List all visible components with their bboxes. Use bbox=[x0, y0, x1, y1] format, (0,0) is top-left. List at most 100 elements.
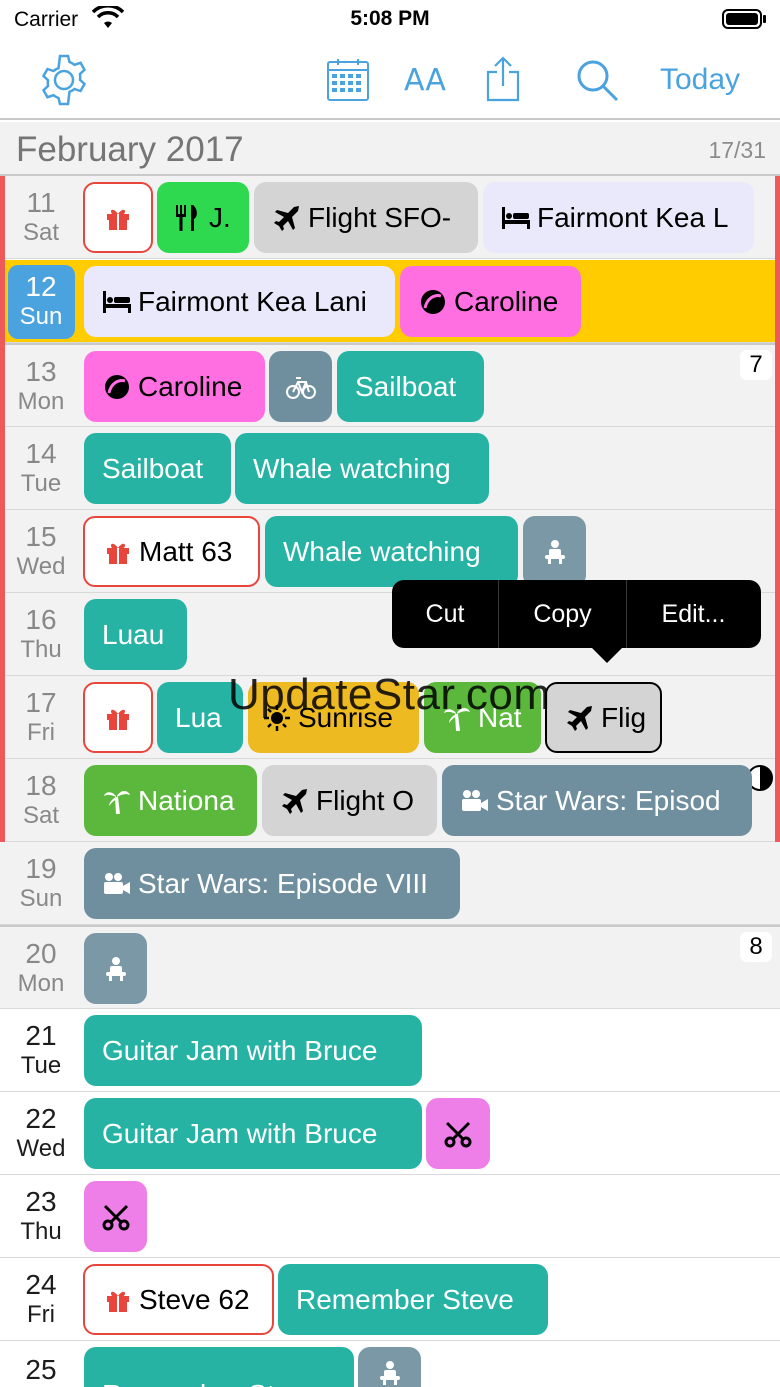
share-icon bbox=[485, 56, 521, 102]
restaurant-icon bbox=[173, 203, 203, 233]
range-marker-left bbox=[0, 176, 5, 842]
range-marker-right bbox=[775, 176, 780, 842]
event-national-park[interactable]: Nationa bbox=[84, 765, 257, 836]
toolbar: AA Today bbox=[0, 40, 780, 120]
day-row-18[interactable]: 18 Sat Nationa Flight O Star Wars: Episo… bbox=[0, 759, 780, 842]
today-button[interactable]: Today bbox=[650, 58, 750, 102]
day-name: Thu bbox=[20, 1218, 62, 1245]
event-remember-steve[interactable]: Remember Steve bbox=[278, 1264, 548, 1335]
day-row-23[interactable]: 23 Thu bbox=[0, 1175, 780, 1258]
day-row-25[interactable]: 25 Remember Steve bbox=[0, 1341, 780, 1387]
event-sailboat[interactable]: Sailboat bbox=[84, 433, 231, 504]
event-title: Lua bbox=[175, 701, 222, 733]
event-flight-selected[interactable]: Flig bbox=[545, 682, 662, 753]
pokeball-icon bbox=[418, 287, 448, 317]
day-row-22[interactable]: 22 Wed Guitar Jam with Bruce bbox=[0, 1092, 780, 1175]
event-flight[interactable]: Flight O bbox=[262, 765, 437, 836]
event-movie[interactable]: Star Wars: Episode VIII bbox=[84, 848, 460, 919]
event-title: Star Wars: Episod bbox=[496, 784, 721, 816]
event-whale-watching[interactable]: Whale watching bbox=[235, 433, 489, 504]
event-caroline[interactable]: Caroline bbox=[400, 266, 581, 337]
event-car-seat[interactable] bbox=[523, 516, 586, 587]
day-row-19[interactable]: 19 Sun Star Wars: Episode VIII bbox=[0, 842, 780, 925]
gear-icon bbox=[36, 52, 92, 108]
event-haircut[interactable] bbox=[426, 1098, 490, 1169]
airplane-icon bbox=[272, 203, 302, 233]
day-row-14[interactable]: 14 Tue Sailboat Whale watching bbox=[0, 427, 780, 510]
font-size-button[interactable]: AA bbox=[398, 56, 452, 104]
event-guitar-jam[interactable]: Guitar Jam with Bruce bbox=[84, 1098, 422, 1169]
event-title: Luau bbox=[102, 618, 165, 650]
status-bar: Carrier 5:08 PM bbox=[0, 0, 780, 40]
event-car-seat[interactable] bbox=[84, 933, 147, 1004]
event-title: Caroline bbox=[454, 285, 559, 317]
event-title: Nationa bbox=[138, 784, 235, 816]
event-flight[interactable]: Flight SFO- bbox=[254, 182, 478, 253]
event-title: Remember Steve bbox=[296, 1283, 514, 1315]
pokeball-icon bbox=[102, 372, 132, 402]
event-title: Flight O bbox=[316, 784, 415, 816]
event-title: Matt 63 bbox=[139, 535, 233, 567]
day-row-13[interactable]: 13 Mon 7 Caroline Sailboat bbox=[0, 343, 780, 427]
day-name: Mon bbox=[17, 388, 65, 415]
event-hotel[interactable]: Fairmont Kea L bbox=[483, 182, 754, 253]
day-number: 19 bbox=[25, 853, 57, 884]
movie-camera-icon bbox=[102, 869, 132, 899]
event-luau[interactable]: Luau bbox=[84, 599, 187, 670]
day-number: 20 bbox=[25, 938, 57, 969]
event-title: Sailboat bbox=[102, 452, 204, 484]
search-button[interactable] bbox=[570, 54, 624, 106]
event-birthday[interactable]: Matt 63 bbox=[83, 516, 260, 587]
event-dinner[interactable]: J. bbox=[157, 182, 249, 253]
event-title: Whale watching bbox=[253, 452, 451, 484]
day-row-11[interactable]: 11 Sat J. Flight SFO- Fairmont Kea L bbox=[0, 176, 780, 259]
event-title: Sailboat bbox=[355, 370, 457, 402]
day-row-12-today[interactable]: 12 Sun Fairmont Kea Lani Caroline bbox=[0, 260, 780, 343]
event-title: Star Wars: Episode VIII bbox=[138, 867, 428, 899]
event-car-seat[interactable] bbox=[358, 1347, 421, 1387]
day-number: 25 bbox=[25, 1354, 57, 1385]
event-title: J. bbox=[209, 201, 231, 233]
event-title: Caroline bbox=[138, 370, 243, 402]
event-sailboat[interactable]: Sailboat bbox=[337, 351, 484, 422]
event-title: Guitar Jam with Bruce bbox=[102, 1117, 378, 1149]
day-number: 17 bbox=[25, 687, 57, 718]
bed-icon bbox=[102, 287, 132, 317]
day-name: Fri bbox=[27, 1301, 55, 1328]
scissors-icon bbox=[443, 1119, 473, 1149]
battery-icon bbox=[722, 9, 766, 29]
event-title: Guitar Jam with Bruce bbox=[102, 1034, 378, 1066]
event-birthday[interactable] bbox=[83, 682, 153, 753]
event-caroline[interactable]: Caroline bbox=[84, 351, 265, 422]
share-button[interactable] bbox=[478, 50, 528, 108]
cut-menu-item[interactable]: Cut bbox=[392, 580, 498, 648]
scissors-icon bbox=[101, 1202, 131, 1232]
gift-icon bbox=[103, 203, 133, 233]
edit-menu-item[interactable]: Edit... bbox=[627, 580, 760, 648]
event-bike[interactable] bbox=[269, 351, 332, 422]
day-name: Wed bbox=[16, 1135, 66, 1162]
day-row-21[interactable]: 21 Tue Guitar Jam with Bruce bbox=[0, 1009, 780, 1092]
event-haircut[interactable] bbox=[84, 1181, 147, 1252]
event-title: Steve 62 bbox=[139, 1283, 250, 1315]
event-remember-steve[interactable]: Remember Steve bbox=[84, 1347, 354, 1387]
day-number: 12 bbox=[25, 271, 57, 302]
event-birthday[interactable]: Steve 62 bbox=[83, 1264, 274, 1335]
event-title: Remember Steve bbox=[102, 1379, 320, 1387]
day-row-24[interactable]: 24 Fri Steve 62 Remember Steve bbox=[0, 1258, 780, 1341]
copy-menu-item[interactable]: Copy bbox=[499, 580, 626, 648]
day-number: 14 bbox=[25, 438, 57, 469]
airplane-icon bbox=[280, 786, 310, 816]
event-whale-watching[interactable]: Whale watching bbox=[265, 516, 518, 587]
day-number: 13 bbox=[25, 356, 57, 387]
calendar-view-button[interactable] bbox=[322, 54, 374, 106]
airplane-icon bbox=[565, 703, 595, 733]
settings-button[interactable] bbox=[34, 52, 94, 108]
day-name: Sat bbox=[22, 219, 60, 246]
day-number: 23 bbox=[25, 1186, 57, 1217]
day-row-20[interactable]: 20 Mon 8 bbox=[0, 925, 780, 1009]
event-birthday[interactable] bbox=[83, 182, 153, 253]
event-hotel[interactable]: Fairmont Kea Lani bbox=[84, 266, 395, 337]
event-movie[interactable]: Star Wars: Episod bbox=[442, 765, 752, 836]
event-guitar-jam[interactable]: Guitar Jam with Bruce bbox=[84, 1015, 422, 1086]
